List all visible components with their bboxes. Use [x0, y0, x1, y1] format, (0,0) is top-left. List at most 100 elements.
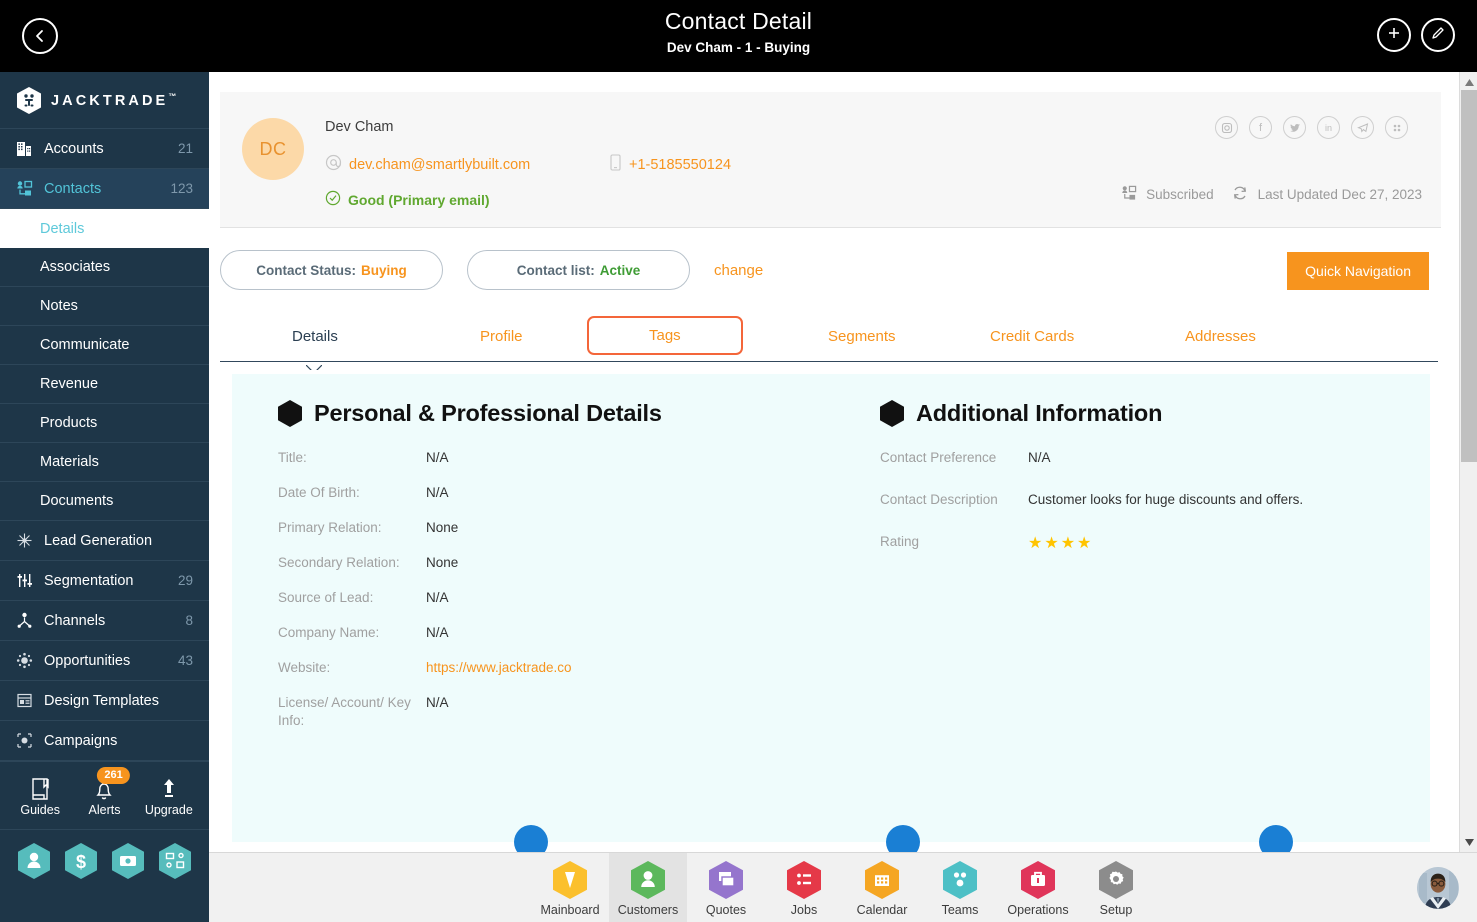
sidebar-item-label: Segmentation: [44, 572, 134, 589]
personal-details-header: Personal & Professional Details: [278, 400, 838, 427]
title-block: Contact Detail Dev Cham - 1 - Buying: [0, 6, 1477, 58]
user-avatar[interactable]: [1417, 867, 1459, 909]
guides-button[interactable]: Guides: [11, 773, 69, 819]
channels-icon: [14, 611, 34, 631]
quick-navigation-button[interactable]: Quick Navigation: [1287, 252, 1429, 290]
change-link[interactable]: change: [714, 262, 763, 279]
tab-addresses[interactable]: Addresses: [1175, 322, 1266, 351]
alerts-badge: 261: [97, 766, 130, 784]
taskbar-item-teams[interactable]: Teams: [921, 853, 999, 922]
taskbar-item-setup[interactable]: Setup: [1077, 853, 1155, 922]
taskbar-label: Setup: [1099, 902, 1133, 917]
taskbar-item-customers[interactable]: Customers: [609, 853, 687, 922]
field-row: Company Name: N/A: [278, 624, 838, 642]
field-row: Contact Description Customer looks for h…: [880, 491, 1400, 509]
sidebar-tools: Guides 261 Alerts Upgrade: [0, 761, 209, 830]
sidebar-subitem-label: Materials: [40, 454, 99, 470]
jacktrade-hex-icon: [16, 86, 42, 115]
at-icon: [325, 154, 342, 176]
mainboard-icon: [552, 860, 588, 900]
tab-tags[interactable]: Tags: [587, 316, 743, 355]
sidebar-item-label: Lead Generation: [44, 532, 153, 549]
workflow-hex-icon[interactable]: [158, 842, 192, 880]
sidebar-subitem-communicate[interactable]: Communicate: [0, 326, 209, 365]
tab-credit-cards[interactable]: Credit Cards: [980, 322, 1084, 351]
taskbar-label: Mainboard: [540, 902, 600, 917]
sidebar-subitem-documents[interactable]: Documents: [0, 482, 209, 521]
caret-down-icon[interactable]: [1460, 834, 1477, 850]
sidebar-item-segmentation[interactable]: Segmentation 29: [0, 561, 209, 601]
sidebar-subitem-label: Products: [40, 415, 98, 431]
contact-name: Dev Cham: [325, 119, 394, 135]
sidebar-subitem-associates[interactable]: Associates: [0, 248, 209, 287]
sidebar-item-opportunities[interactable]: Opportunities 43: [0, 641, 209, 681]
taskbar-item-mainboard[interactable]: Mainboard: [531, 853, 609, 922]
contact-email-row[interactable]: dev.cham@smartlybuilt.com: [325, 154, 530, 176]
additional-info-header: Additional Information: [880, 400, 1400, 427]
field-label: Company Name:: [278, 625, 380, 640]
website-link[interactable]: https://www.jacktrade.co: [426, 659, 572, 677]
building-icon: [14, 139, 34, 159]
rating-stars: ★★★★: [1028, 535, 1094, 552]
field-row: Contact Preference N/A: [880, 449, 1400, 467]
telegram-icon[interactable]: [1351, 116, 1374, 139]
taskbar: Mainboard Customers Quotes Jobs Calendar…: [209, 852, 1477, 922]
upgrade-button[interactable]: Upgrade: [140, 773, 198, 819]
main-content: DC Dev Cham dev.cham@smartlybuilt.com +1…: [209, 72, 1441, 852]
sidebar-subitem-materials[interactable]: Materials: [0, 443, 209, 482]
money-hex-icon[interactable]: [111, 842, 145, 880]
sidebar-item-channels[interactable]: Channels 8: [0, 601, 209, 641]
calendar-icon: [864, 860, 900, 900]
subscribed-label: Subscribed: [1146, 187, 1214, 202]
sidebar-subitem-label: Notes: [40, 298, 78, 314]
facebook-icon[interactable]: f: [1249, 116, 1272, 139]
rating-label: Rating: [880, 534, 920, 549]
sidebar-item-design-templates[interactable]: Design Templates: [0, 681, 209, 721]
snowflake-icon: [14, 531, 34, 551]
contact-phone: +1-5185550124: [629, 157, 732, 173]
edit-button[interactable]: [1421, 18, 1455, 52]
sidebar-subitem-revenue[interactable]: Revenue: [0, 365, 209, 404]
sidebar-item-contacts[interactable]: Contacts 123: [0, 169, 209, 209]
linkedin-icon[interactable]: in: [1317, 116, 1340, 139]
contact-list-pill[interactable]: Contact list: Active: [467, 250, 690, 290]
rating-row: Rating ★★★★: [880, 533, 1400, 553]
teams-icon: [942, 860, 978, 900]
alerts-button[interactable]: 261 Alerts: [75, 766, 133, 819]
taskbar-item-jobs[interactable]: Jobs: [765, 853, 843, 922]
taskbar-item-calendar[interactable]: Calendar: [843, 853, 921, 922]
upgrade-label: Upgrade: [144, 802, 193, 817]
vertical-scrollbar[interactable]: [1459, 72, 1477, 852]
tab-profile[interactable]: Profile: [470, 322, 533, 351]
sidebar-hex-buttons: $: [0, 830, 209, 892]
contact-phone-row[interactable]: +1-5185550124: [610, 154, 731, 176]
person-hex-icon[interactable]: [17, 842, 51, 880]
contact-status-pill[interactable]: Contact Status: Buying: [220, 250, 443, 290]
caret-up-icon[interactable]: [1460, 74, 1477, 90]
apps-icon[interactable]: [1385, 116, 1408, 139]
dollar-hex-icon[interactable]: $: [64, 842, 98, 880]
brand-logo[interactable]: JACKTRADE™: [0, 72, 209, 129]
field-row: Secondary Relation: None: [278, 554, 838, 572]
tab-segments[interactable]: Segments: [818, 322, 906, 351]
add-button[interactable]: [1377, 18, 1411, 52]
sidebar-subitem-products[interactable]: Products: [0, 404, 209, 443]
sidebar-subitem-details[interactable]: Details: [0, 209, 209, 248]
sidebar-item-accounts[interactable]: Accounts 21: [0, 129, 209, 169]
sidebar-subitem-notes[interactable]: Notes: [0, 287, 209, 326]
taskbar-item-operations[interactable]: Operations: [999, 853, 1077, 922]
taskbar-item-quotes[interactable]: Quotes: [687, 853, 765, 922]
refresh-icon: [1231, 184, 1249, 205]
tab-details[interactable]: Details: [282, 322, 348, 351]
sidebar-item-label: Opportunities: [44, 652, 131, 669]
customers-icon: [630, 860, 666, 900]
scrollbar-thumb[interactable]: [1461, 90, 1477, 462]
instagram-icon[interactable]: [1215, 116, 1238, 139]
sidebar-item-lead-generation[interactable]: Lead Generation: [0, 521, 209, 561]
field-label: Title:: [278, 450, 307, 465]
sidebar-item-label: Campaigns: [44, 732, 118, 749]
sidebar-item-count: 8: [185, 613, 193, 628]
contacts-icon: [14, 179, 34, 199]
twitter-icon[interactable]: [1283, 116, 1306, 139]
sidebar-item-campaigns[interactable]: Campaigns: [0, 721, 209, 761]
